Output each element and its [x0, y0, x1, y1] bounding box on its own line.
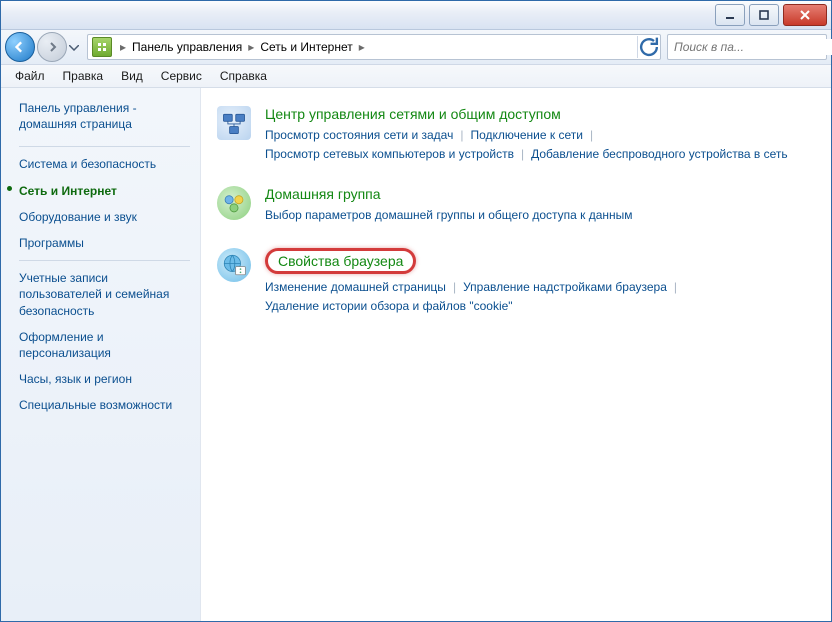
menu-help[interactable]: Справка [212, 67, 275, 85]
homegroup-icon [217, 186, 251, 220]
menu-file[interactable]: Файл [7, 67, 53, 85]
divider [19, 146, 190, 147]
control-panel-icon [92, 37, 112, 57]
sublink[interactable]: Просмотр сетевых компьютеров и устройств [265, 145, 514, 164]
category-internet-options: Свойства браузера Изменение домашней стр… [217, 248, 815, 316]
sublink[interactable]: Просмотр состояния сети и задач [265, 126, 453, 145]
search-box[interactable] [667, 34, 827, 60]
sublink[interactable]: Добавление беспроводного устройства в се… [531, 145, 788, 164]
close-button[interactable] [783, 4, 827, 26]
content-pane: Центр управления сетями и общим доступом… [201, 88, 831, 621]
sublink[interactable]: Удаление истории обзора и файлов "cookie… [265, 297, 513, 316]
sidebar: Панель управления - домашняя страница Си… [1, 88, 201, 621]
nav-bar: ▸ Панель управления ▸ Сеть и Интернет ▸ [1, 30, 831, 65]
breadcrumb-item[interactable]: Сеть и Интернет [258, 40, 354, 54]
menu-view[interactable]: Вид [113, 67, 151, 85]
breadcrumb[interactable]: ▸ Панель управления ▸ Сеть и Интернет ▸ [87, 34, 661, 60]
divider [19, 260, 190, 261]
sublink[interactable]: Изменение домашней страницы [265, 278, 446, 297]
category-sublinks: Выбор параметров домашней группы и общег… [265, 206, 815, 225]
category-body: Домашняя группа Выбор параметров домашне… [265, 186, 815, 225]
forward-button[interactable] [37, 32, 67, 62]
sidebar-item-network[interactable]: Сеть и Интернет [19, 178, 190, 204]
sidebar-item-system[interactable]: Система и безопасность [19, 151, 190, 177]
body: Панель управления - домашняя страница Си… [1, 88, 831, 621]
sidebar-item-ease[interactable]: Специальные возможности [19, 392, 190, 418]
category-body: Свойства браузера Изменение домашней стр… [265, 248, 815, 316]
separator: | [583, 126, 600, 145]
sublink[interactable]: Подключение к сети [470, 126, 582, 145]
explorer-window: ▸ Панель управления ▸ Сеть и Интернет ▸ … [0, 0, 832, 622]
chevron-right-icon[interactable]: ▸ [116, 40, 130, 54]
network-sharing-icon [217, 106, 251, 140]
category-title-link[interactable]: Домашняя группа [265, 186, 815, 202]
sidebar-item-hardware[interactable]: Оборудование и звук [19, 204, 190, 230]
category-body: Центр управления сетями и общим доступом… [265, 106, 815, 164]
back-button[interactable] [5, 32, 35, 62]
category-title-link[interactable]: Свойства браузера [265, 248, 416, 274]
minimize-button[interactable] [715, 4, 745, 26]
internet-options-icon [217, 248, 251, 282]
separator: | [446, 278, 463, 297]
separator: | [667, 278, 684, 297]
category-network-sharing: Центр управления сетями и общим доступом… [217, 106, 815, 164]
separator: | [453, 126, 470, 145]
menu-tools[interactable]: Сервис [153, 67, 210, 85]
search-input[interactable] [672, 39, 832, 55]
chevron-right-icon[interactable]: ▸ [244, 40, 258, 54]
sidebar-item-accounts[interactable]: Учетные записи пользователей и семейная … [19, 265, 190, 324]
refresh-button[interactable] [637, 36, 660, 58]
sublink[interactable]: Управление надстройками браузера [463, 278, 667, 297]
menu-edit[interactable]: Правка [55, 67, 112, 85]
sidebar-item-appearance[interactable]: Оформление и персонализация [19, 324, 190, 366]
chevron-right-icon[interactable]: ▸ [355, 40, 369, 54]
sidebar-item-programs[interactable]: Программы [19, 230, 190, 256]
history-dropdown-icon[interactable] [69, 40, 81, 54]
separator: | [514, 145, 531, 164]
titlebar [1, 1, 831, 30]
menu-bar: Файл Правка Вид Сервис Справка [1, 65, 831, 88]
category-title-link[interactable]: Центр управления сетями и общим доступом [265, 106, 815, 122]
sidebar-item-clock[interactable]: Часы, язык и регион [19, 366, 190, 392]
breadcrumb-item[interactable]: Панель управления [130, 40, 244, 54]
sidebar-home-link[interactable]: Панель управления - домашняя страница [19, 100, 190, 132]
category-sublinks: Изменение домашней страницы| Управление … [265, 278, 815, 316]
sublink[interactable]: Выбор параметров домашней группы и общег… [265, 206, 633, 225]
maximize-button[interactable] [749, 4, 779, 26]
category-homegroup: Домашняя группа Выбор параметров домашне… [217, 186, 815, 225]
category-sublinks: Просмотр состояния сети и задач| Подключ… [265, 126, 815, 164]
